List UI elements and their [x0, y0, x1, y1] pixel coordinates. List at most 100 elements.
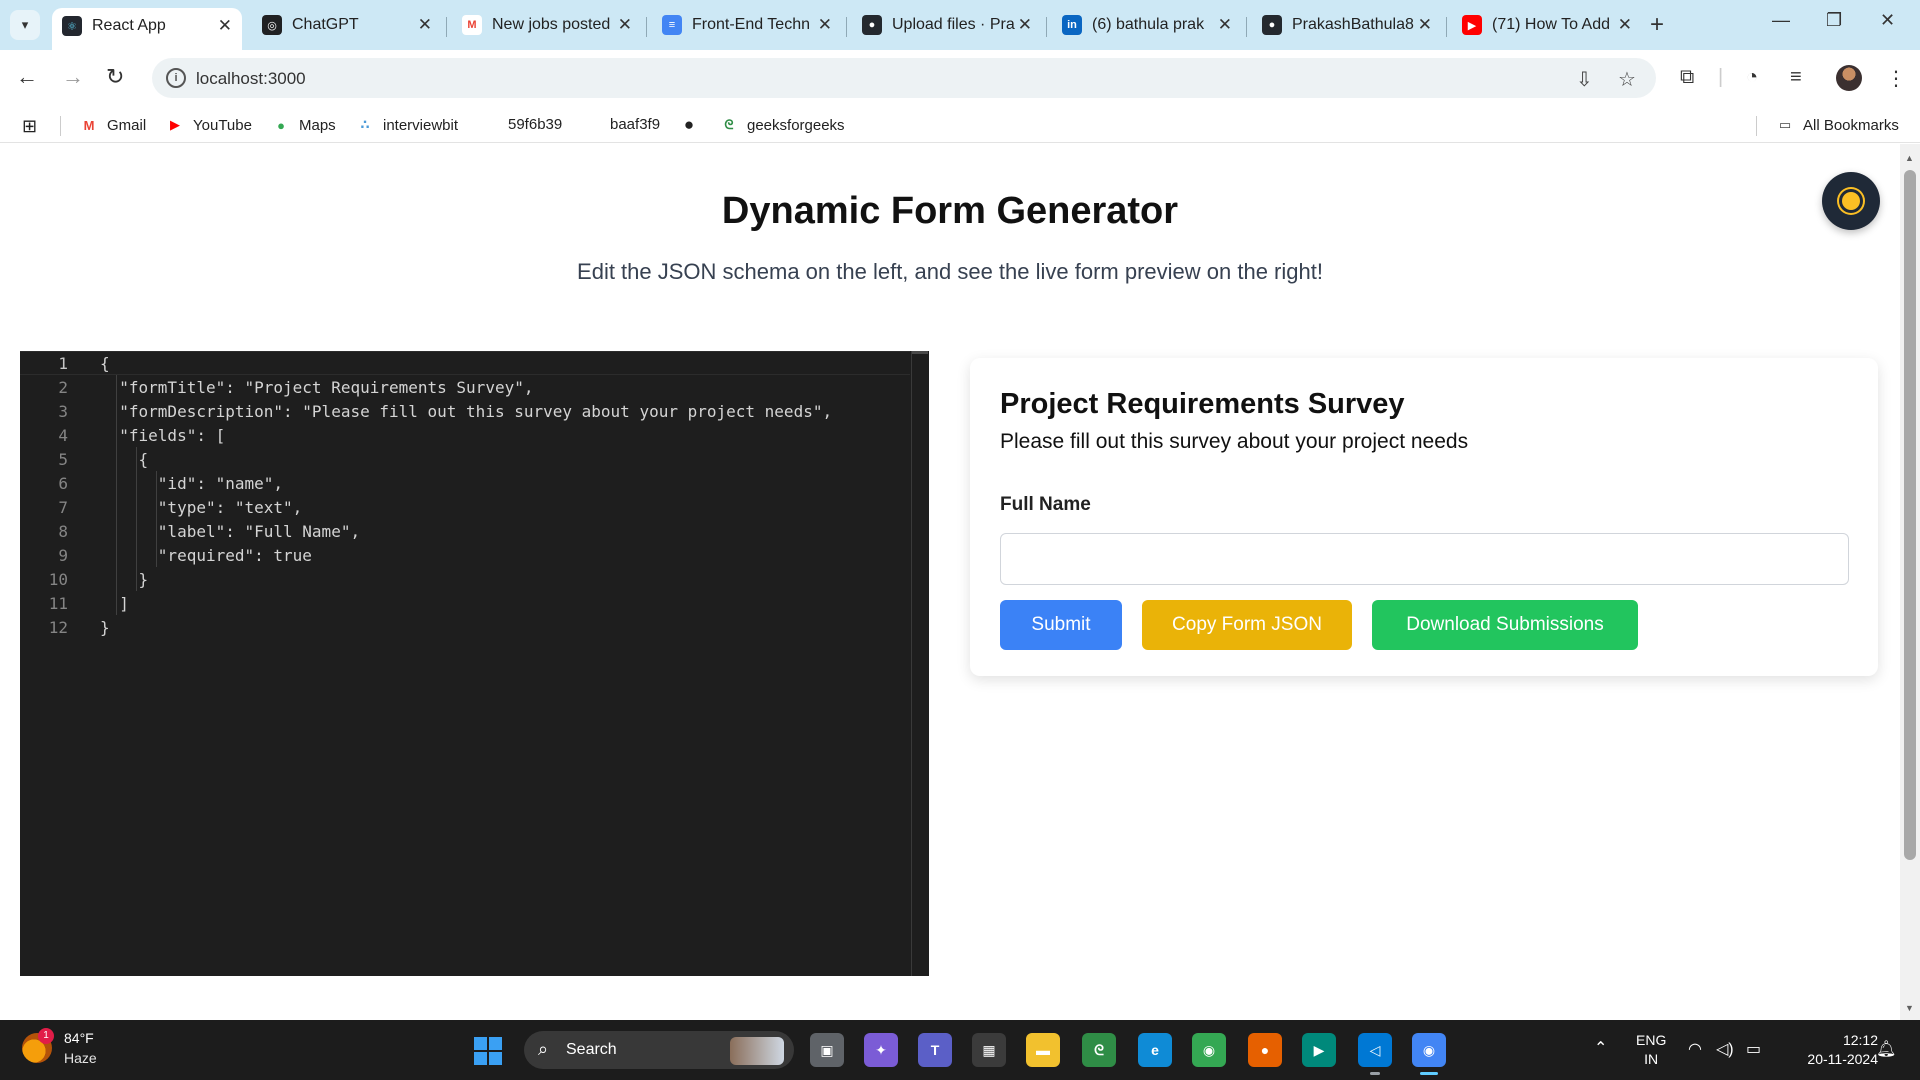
code-text[interactable]: "label": "Full Name",	[100, 522, 360, 541]
reload-button[interactable]: ↻	[106, 64, 124, 90]
download-submissions-button[interactable]: Download Submissions	[1372, 600, 1638, 650]
editor-scrollbar[interactable]	[911, 351, 929, 976]
notification-bell-icon[interactable]: 🔔︎	[1876, 1039, 1896, 1059]
json-editor[interactable]: 1{2 "formTitle": "Project Requirements S…	[20, 351, 929, 976]
code-text[interactable]: "type": "text",	[100, 498, 303, 517]
tab-linkedin[interactable]: in (6) bathula prak ✕	[1052, 8, 1242, 42]
back-button[interactable]: ←	[16, 64, 38, 90]
tab-new-jobs[interactable]: M New jobs posted ✕	[452, 8, 642, 42]
language-indicator[interactable]: ENG IN	[1636, 1031, 1666, 1069]
page-scroll-thumb[interactable]	[1904, 170, 1916, 860]
edge-icon[interactable]: e	[1138, 1033, 1172, 1067]
scroll-down-icon[interactable]: ▼	[1905, 1003, 1914, 1013]
close-icon[interactable]: ✕	[1218, 15, 1232, 35]
clock[interactable]: 12:12 20-11-2024	[1786, 1031, 1878, 1069]
code-text[interactable]: ]	[100, 594, 129, 613]
editor-line[interactable]: 10 }	[20, 567, 910, 591]
chrome-icon[interactable]: ◉	[1192, 1033, 1226, 1067]
editor-line[interactable]: 2 "formTitle": "Project Requirements Sur…	[20, 375, 910, 399]
editor-line[interactable]: 6 "id": "name",	[20, 471, 910, 495]
submit-button[interactable]: Submit	[1000, 600, 1122, 650]
close-icon[interactable]: ✕	[218, 16, 232, 36]
editor-line[interactable]: 4 "fields": [	[20, 423, 910, 447]
tab-react-app[interactable]: ⚛ React App ✕	[52, 8, 242, 50]
media-controls-icon[interactable]: ≡	[1790, 66, 1802, 89]
bookmark-geeksforgeeks[interactable]: ᘓ geeksforgeeks	[720, 116, 844, 134]
close-icon[interactable]: ✕	[818, 15, 832, 35]
editor-line[interactable]: 5 {	[20, 447, 910, 471]
bookmark-youtube[interactable]: ▶ YouTube	[166, 116, 252, 134]
full-name-input[interactable]	[1000, 533, 1849, 585]
apps-grid-icon[interactable]: ⊞	[22, 116, 37, 137]
editor-line[interactable]: 7 "type": "text",	[20, 495, 910, 519]
bookmark-gmail[interactable]: M Gmail	[80, 116, 147, 134]
meet-icon[interactable]: ▶	[1302, 1033, 1336, 1067]
url-text[interactable]: localhost:3000	[196, 69, 306, 89]
tab-search-button[interactable]: ▾	[10, 10, 40, 40]
new-tab-button[interactable]: +	[1650, 11, 1664, 39]
weather-condition[interactable]: Haze	[64, 1050, 97, 1066]
code-text[interactable]: {	[100, 354, 110, 373]
extensions-icon[interactable]: ⧉	[1680, 66, 1694, 89]
close-icon[interactable]: ✕	[1418, 15, 1432, 35]
code-text[interactable]: "required": true	[100, 546, 312, 565]
editor-line[interactable]: 8 "label": "Full Name",	[20, 519, 910, 543]
restore-button[interactable]: ❐	[1826, 10, 1842, 31]
code-text[interactable]: }	[100, 618, 110, 637]
code-text[interactable]: "fields": [	[100, 426, 225, 445]
geeksforgeeks-icon[interactable]: ᘓ	[1082, 1033, 1116, 1067]
code-text[interactable]: }	[100, 570, 149, 589]
bookmark-maps[interactable]: ● Maps	[272, 116, 336, 134]
copy-form-json-button[interactable]: Copy Form JSON	[1142, 600, 1352, 650]
tab-upload-files[interactable]: ● Upload files · Pra ✕	[852, 8, 1042, 42]
site-info-icon[interactable]: i	[166, 68, 186, 88]
tab-github-profile[interactable]: ● PrakashBathula8 ✕	[1252, 8, 1442, 42]
minimize-button[interactable]: —	[1772, 10, 1790, 31]
windows-start-icon[interactable]	[474, 1037, 502, 1065]
chrome-profile-icon[interactable]: ◉	[1412, 1033, 1446, 1067]
address-bar[interactable]: i localhost:3000 ⇩ ☆	[152, 58, 1656, 98]
close-icon[interactable]: ✕	[1018, 15, 1032, 35]
wifi-icon[interactable]: ◠	[1688, 1039, 1702, 1059]
taskbar-search[interactable]: ⌕ Search	[524, 1031, 794, 1069]
bookmark-59f6b39[interactable]: 59f6b39	[508, 116, 562, 133]
chevron-up-icon[interactable]: ⌃	[1594, 1038, 1607, 1058]
firefox-icon[interactable]: ●	[1248, 1033, 1282, 1067]
editor-line[interactable]: 9 "required": true	[20, 543, 910, 567]
tab-youtube[interactable]: ▶ (71) How To Add ✕	[1452, 8, 1642, 42]
install-app-icon[interactable]: ⇩	[1576, 67, 1593, 92]
theme-toggle-button[interactable]	[1822, 172, 1880, 230]
volume-icon[interactable]: ◁)	[1716, 1039, 1734, 1059]
tab-chatgpt[interactable]: ◎ ChatGPT ✕	[252, 8, 442, 42]
profile-avatar[interactable]	[1836, 65, 1862, 91]
battery-icon[interactable]: ▭	[1746, 1039, 1761, 1059]
vscode-icon[interactable]: ◁	[1358, 1033, 1392, 1067]
task-view-icon[interactable]: ▣	[810, 1033, 844, 1067]
code-text[interactable]: "formTitle": "Project Requirements Surve…	[100, 378, 533, 397]
file-explorer-icon[interactable]: ▬	[1026, 1033, 1060, 1067]
editor-line[interactable]: 11 ]	[20, 591, 910, 615]
code-text[interactable]: {	[100, 450, 149, 469]
close-window-button[interactable]: ✕	[1880, 10, 1895, 31]
bookmark-star-icon[interactable]: ☆	[1618, 67, 1636, 92]
close-icon[interactable]: ✕	[618, 15, 632, 35]
performance-icon[interactable]: ◔	[1746, 66, 1758, 89]
bookmark-globe[interactable]: ●	[680, 115, 707, 134]
editor-line[interactable]: 12}	[20, 615, 910, 639]
all-bookmarks-button[interactable]: ▭ All Bookmarks	[1776, 116, 1899, 134]
forward-button[interactable]: →	[62, 64, 84, 90]
bookmark-interviewbit[interactable]: ∴ interviewbit	[356, 116, 458, 134]
scroll-up-icon[interactable]: ▲	[1905, 153, 1914, 163]
close-icon[interactable]: ✕	[418, 15, 432, 35]
code-text[interactable]: "formDescription": "Please fill out this…	[100, 402, 832, 421]
editor-line[interactable]: 3 "formDescription": "Please fill out th…	[20, 399, 910, 423]
tab-front-end-tech[interactable]: ≡ Front-End Techn ✕	[652, 8, 842, 42]
teams-icon[interactable]: T	[918, 1033, 952, 1067]
weather-temperature[interactable]: 84°F	[64, 1030, 94, 1046]
bookmark-baaf3f9[interactable]: baaf3f9	[610, 116, 660, 133]
microsoft-store-icon[interactable]: ▦	[972, 1033, 1006, 1067]
code-text[interactable]: "id": "name",	[100, 474, 283, 493]
close-icon[interactable]: ✕	[1618, 15, 1632, 35]
menu-kebab-icon[interactable]: ⋮	[1886, 66, 1906, 91]
editor-line[interactable]: 1{	[20, 351, 910, 375]
